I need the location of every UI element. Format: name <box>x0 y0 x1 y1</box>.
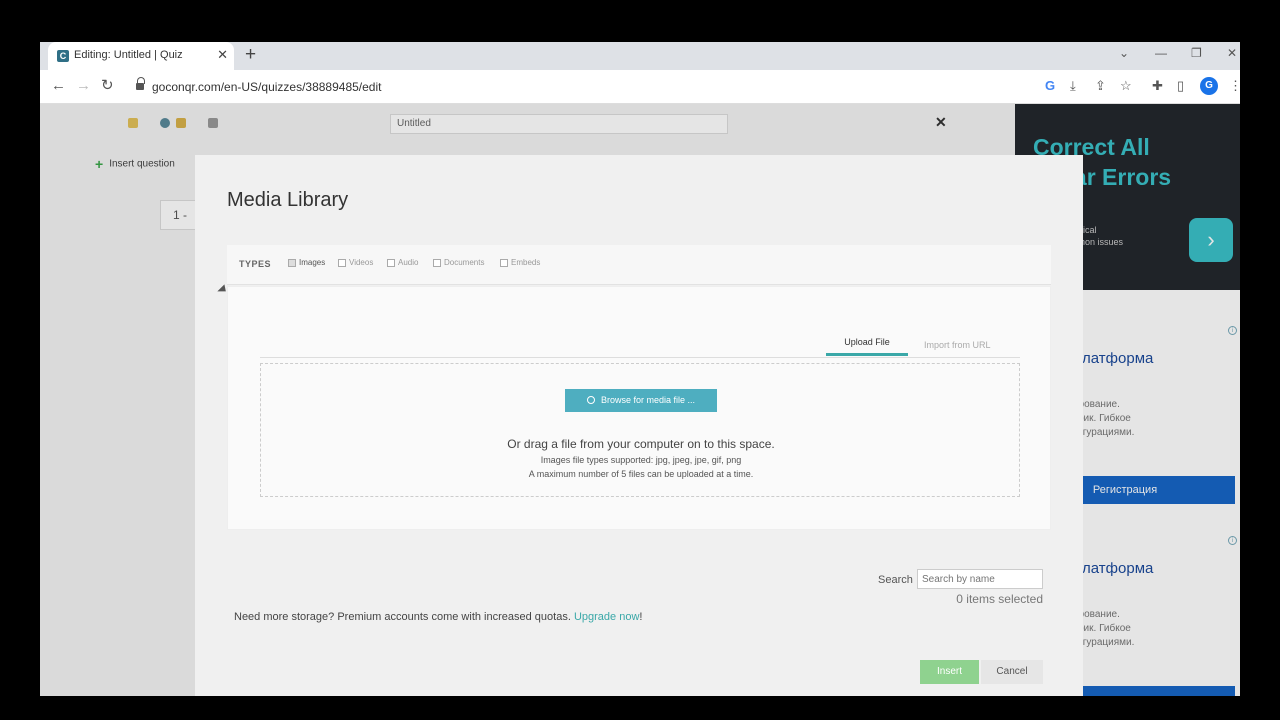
url-text: goconqr.com/en-US/quizzes/38889485/edit <box>152 80 382 94</box>
checkbox-icon <box>500 258 508 267</box>
google-icon[interactable]: G <box>1045 78 1055 94</box>
selected-count: 0 items selected <box>956 592 1043 606</box>
browser-toolbar: ← → ↻ goconqr.com/en-US/quizzes/38889485… <box>40 70 1240 104</box>
maximize-icon[interactable]: ❐ <box>1191 46 1202 60</box>
storage-note-suffix: ! <box>639 611 643 623</box>
type-documents-checkbox[interactable]: Documents <box>433 258 484 267</box>
checkbox-icon <box>288 258 296 267</box>
type-videos-checkbox[interactable]: Videos <box>338 258 373 267</box>
menu-icon[interactable]: ⋮ <box>1229 78 1240 94</box>
tab-upload-file[interactable]: Upload File <box>826 337 908 356</box>
type-label: Audio <box>398 258 419 267</box>
page-content: Untitled ✕ + Insert question 1 - Correct … <box>40 104 1240 696</box>
tab-divider <box>260 357 1020 358</box>
browser-tab[interactable]: C Editing: Untitled | Quiz ✕ <box>48 42 234 70</box>
bookmark-star-icon[interactable]: ☆ <box>1120 78 1132 94</box>
type-images-checkbox[interactable]: Images <box>288 258 325 267</box>
insert-button[interactable]: Insert <box>920 660 979 684</box>
window-close-icon[interactable]: ✕ <box>1227 46 1237 60</box>
back-icon[interactable]: ← <box>51 78 66 94</box>
address-bar[interactable]: goconqr.com/en-US/quizzes/38889485/edit <box>126 75 1126 99</box>
checkbox-icon <box>387 258 395 267</box>
browser-window: C Editing: Untitled | Quiz ✕ + ⌄ — ❐ ✕ ←… <box>40 42 1240 696</box>
lock-icon <box>136 77 145 91</box>
search-input[interactable] <box>917 569 1043 589</box>
modal-title: Media Library <box>227 189 349 211</box>
upload-icon <box>586 395 595 404</box>
share-icon[interactable]: ⇪ <box>1095 78 1106 94</box>
type-label: Embeds <box>511 258 541 267</box>
reload-icon[interactable]: ↻ <box>101 78 114 94</box>
forward-icon[interactable]: → <box>76 78 91 94</box>
type-label: Videos <box>349 258 374 267</box>
install-icon[interactable]: ⤓ <box>1070 78 1076 94</box>
tab-search-icon[interactable]: ⌄ <box>1119 46 1129 60</box>
profile-avatar[interactable]: G <box>1200 77 1218 95</box>
type-embeds-checkbox[interactable]: Embeds <box>500 258 540 267</box>
types-filter-bar: TYPES Images Videos Audio Documents Embe… <box>227 245 1051 285</box>
side-panel-icon[interactable]: ▯ <box>1177 78 1184 94</box>
tab-strip: C Editing: Untitled | Quiz ✕ + ⌄ — ❐ ✕ <box>40 42 1240 70</box>
checkbox-icon <box>338 258 346 267</box>
upload-panel: Upload File Import from URL Browse for m… <box>227 286 1051 530</box>
site-favicon-icon: C <box>57 50 69 62</box>
type-label: Images <box>299 258 326 267</box>
checkbox-icon <box>433 258 441 267</box>
storage-note-text: Need more storage? Premium accounts come… <box>234 611 571 623</box>
search-label: Search <box>878 574 913 586</box>
browse-label: Browse for media file ... <box>600 395 696 405</box>
types-label: TYPES <box>239 259 272 269</box>
new-tab-icon[interactable]: + <box>245 45 256 65</box>
tab-import-url[interactable]: Import from URL <box>924 340 991 350</box>
upgrade-link[interactable]: Upgrade now <box>574 611 639 623</box>
extensions-icon[interactable]: ✚ <box>1152 78 1163 94</box>
minimize-icon[interactable]: — <box>1155 46 1167 60</box>
file-dropzone[interactable]: Browse for media file ... Or drag a file… <box>260 363 1020 497</box>
screen: C Editing: Untitled | Quiz ✕ + ⌄ — ❐ ✕ ←… <box>0 0 1280 720</box>
tab-title: Editing: Untitled | Quiz <box>74 49 183 61</box>
supported-types-text: Images file types supported: jpg, jpeg, … <box>540 455 742 465</box>
type-audio-checkbox[interactable]: Audio <box>387 258 418 267</box>
cancel-button[interactable]: Cancel <box>981 660 1043 684</box>
drag-instructions: Or drag a file from your computer on to … <box>507 437 775 451</box>
tab-close-icon[interactable]: ✕ <box>217 47 228 63</box>
browse-media-button[interactable]: Browse for media file ... <box>565 389 717 412</box>
type-label: Documents <box>444 258 485 267</box>
storage-note: Need more storage? Premium accounts come… <box>234 611 642 623</box>
media-library-modal: Media Library TYPES Images Videos Audio … <box>195 155 1083 696</box>
max-files-text: A maximum number of 5 files can be uploa… <box>528 469 754 479</box>
